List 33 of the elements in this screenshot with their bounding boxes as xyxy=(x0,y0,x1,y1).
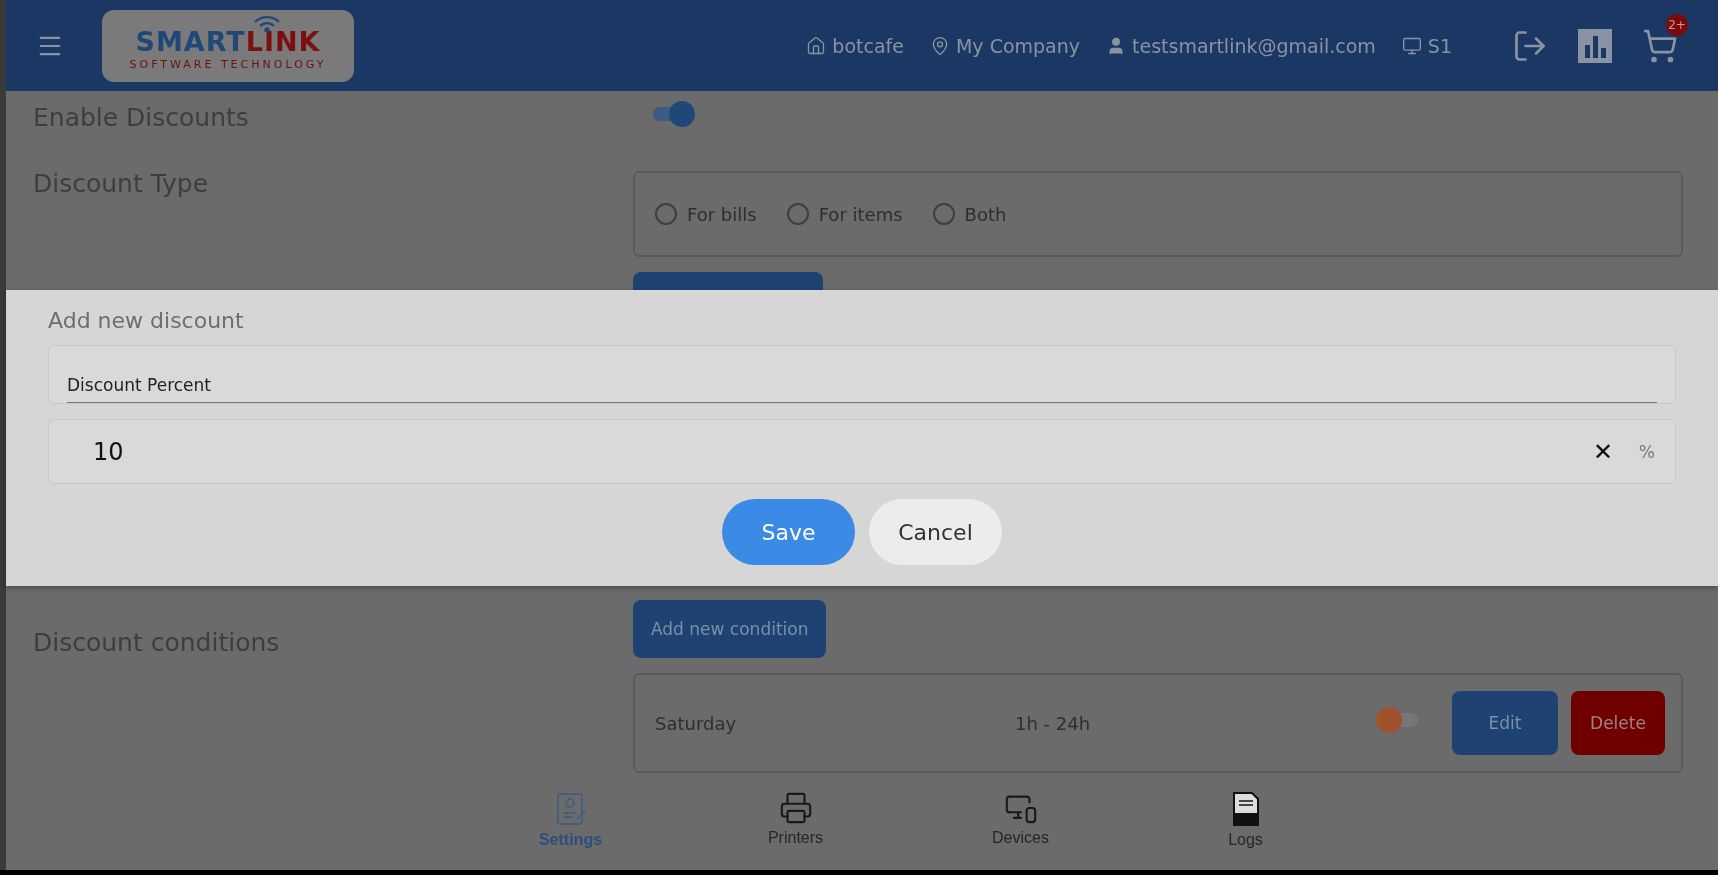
edit-button[interactable]: Edit xyxy=(1452,691,1558,755)
discount-type-radio[interactable]: For items xyxy=(786,203,903,225)
monitor-icon xyxy=(1401,35,1422,56)
cart-button[interactable] xyxy=(1642,27,1678,64)
home-icon xyxy=(806,35,827,56)
percent-field[interactable]: 10 ✕ % xyxy=(48,419,1676,484)
cart-count-badge: 2+ xyxy=(1666,13,1688,36)
logo-name: SMARTLINK xyxy=(135,28,321,55)
chart-button[interactable] xyxy=(1578,28,1612,63)
discount-type-radio[interactable]: Both xyxy=(932,203,1007,225)
header-info-text: testsmartlink@gmail.com xyxy=(1132,34,1376,57)
wifi-icon xyxy=(252,13,282,32)
logo-tagline: SOFTWARE TECHNOLOGY xyxy=(129,58,327,71)
nav-tab[interactable]: Settings xyxy=(458,790,683,860)
printer-icon xyxy=(778,791,813,825)
clear-button[interactable]: ✕ xyxy=(1592,437,1613,466)
discount-type-radio[interactable]: For bills xyxy=(655,203,757,225)
nav-tab[interactable]: Logs xyxy=(1133,790,1358,860)
unit-label: % xyxy=(1638,441,1655,462)
condition-day: Saturday xyxy=(655,712,1015,734)
delete-button[interactable]: Delete xyxy=(1571,691,1665,755)
nav-tab[interactable]: Printers xyxy=(683,790,908,860)
add-condition-button[interactable]: Add new condition xyxy=(633,600,827,658)
cancel-button[interactable]: Cancel xyxy=(869,499,1002,565)
discount-type-field[interactable]: Discount Percent xyxy=(48,345,1676,404)
save-button[interactable]: Save xyxy=(722,499,855,565)
nav-tab[interactable]: Devices xyxy=(908,790,1133,860)
dialog-title: Add new discount xyxy=(48,308,245,333)
log-file-icon xyxy=(1231,791,1260,827)
header-info-text: S1 xyxy=(1427,34,1452,57)
condition-hours: 1h - 24h xyxy=(1015,712,1091,734)
header-info-text: botcafe xyxy=(832,34,904,57)
header-info-text: My Company xyxy=(955,34,1081,57)
